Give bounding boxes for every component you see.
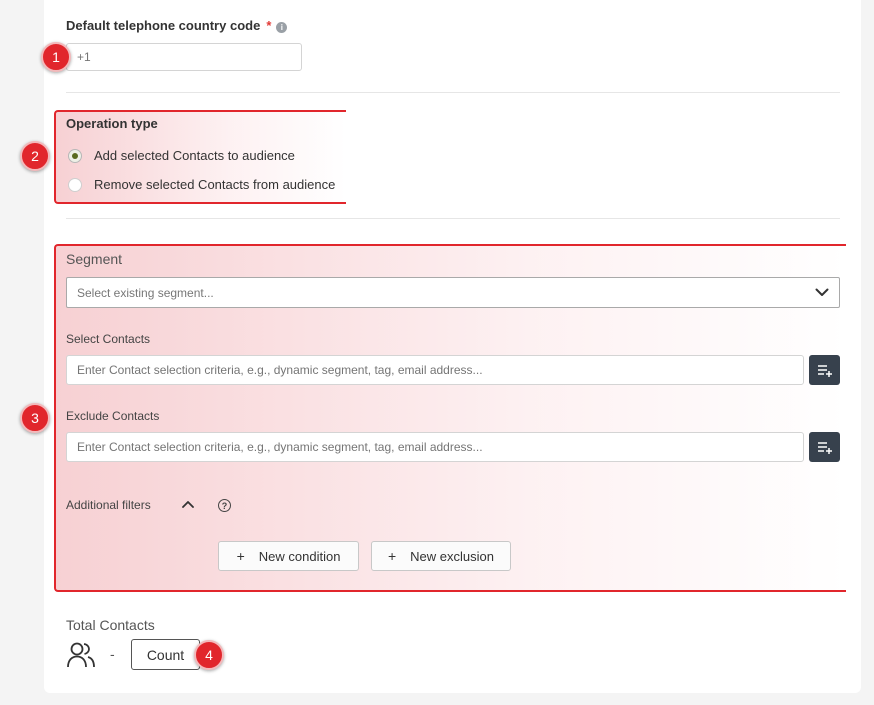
total-contacts-label: Total Contacts (66, 617, 155, 633)
new-exclusion-label: New exclusion (410, 548, 494, 564)
exclude-contacts-input[interactable] (66, 432, 804, 462)
select-contacts-label: Select Contacts (66, 332, 151, 346)
plus-icon: + (387, 548, 397, 564)
country-code-label: Default telephone country code * i (66, 18, 288, 33)
radio-remove-contacts[interactable]: Remove selected Contacts from audience (68, 177, 335, 192)
total-contacts-value: - (110, 646, 115, 662)
exclude-contacts-label: Exclude Contacts (66, 409, 160, 423)
new-exclusion-button[interactable]: + New exclusion (371, 541, 511, 571)
divider (66, 218, 840, 219)
people-icon (67, 642, 95, 668)
required-mark: * (266, 18, 272, 33)
additional-filters-label: Additional filters (66, 498, 151, 512)
chevron-up-icon[interactable] (182, 500, 194, 508)
segment-select-value: Select existing segment... (77, 285, 214, 300)
radio-remove-label: Remove selected Contacts from audience (94, 177, 336, 192)
select-contacts-list-button[interactable] (809, 355, 840, 385)
new-condition-label: New condition (258, 548, 341, 564)
info-icon[interactable]: i (276, 22, 288, 33)
segment-select[interactable]: Select existing segment... (66, 277, 840, 308)
divider (66, 92, 840, 93)
annotation-badge-2: 2 (20, 141, 50, 171)
annotation-badge-3: 3 (20, 403, 50, 433)
radio-add-contacts[interactable]: Add selected Contacts to audience (68, 148, 295, 163)
list-add-icon (817, 365, 832, 377)
country-code-input[interactable] (66, 43, 302, 71)
select-contacts-input[interactable] (66, 355, 804, 385)
count-button[interactable]: Count (131, 639, 200, 670)
new-condition-button[interactable]: + New condition (218, 541, 359, 571)
annotation-badge-4: 4 (194, 640, 224, 670)
form-card: Default telephone country code * i Operati… (44, 0, 861, 693)
radio-button-checked[interactable] (68, 148, 82, 163)
chevron-down-icon (815, 288, 829, 296)
country-code-label-text: Default telephone country code (66, 18, 261, 33)
radio-add-label: Add selected Contacts to audience (94, 148, 295, 163)
operation-type-label: Operation type (66, 116, 158, 131)
radio-button[interactable] (68, 177, 82, 192)
plus-icon: + (236, 548, 245, 564)
help-icon[interactable]: ? (218, 499, 231, 512)
annotation-badge-1: 1 (41, 42, 71, 72)
exclude-contacts-list-button[interactable] (809, 432, 840, 462)
list-add-icon (817, 442, 832, 454)
segment-label: Segment (66, 251, 123, 267)
